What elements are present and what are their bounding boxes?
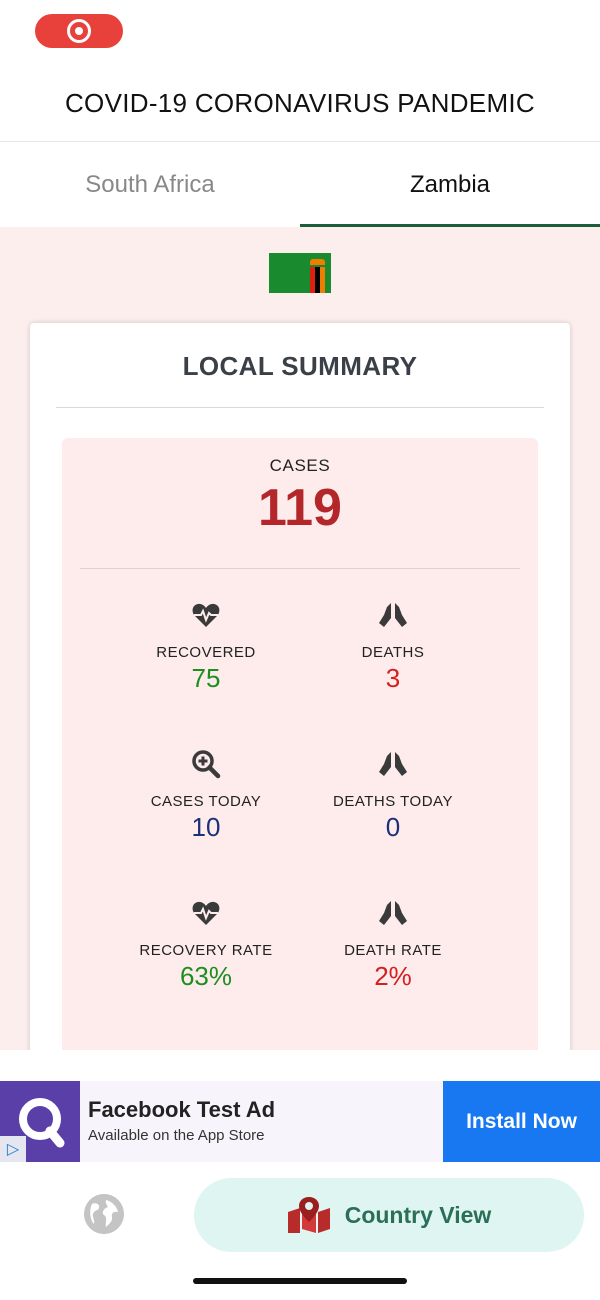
stat-label: DEATH RATE [344,942,442,959]
local-summary-card: LOCAL SUMMARY CASES 119 RECOVERED 75 DEA… [30,323,570,1050]
praying-hands-icon [379,752,407,776]
home-indicator[interactable] [193,1278,407,1284]
ad-choices-icon[interactable]: ▷ [0,1136,26,1162]
ad-subtitle: Available on the App Store [88,1127,265,1144]
tab-south-africa[interactable]: South Africa [0,142,300,227]
country-view-button[interactable]: Country View [194,1178,584,1252]
tab-zambia[interactable]: Zambia [300,142,600,227]
divider [80,568,520,569]
stat-value: 2% [374,961,412,991]
stat-cases-today: CASES TODAY 10 [106,749,306,843]
stats-panel: CASES 119 RECOVERED 75 DEATHS 3 CASES TO… [62,438,538,1050]
stat-recovery-rate: RECOVERY RATE 63% [106,898,306,992]
bottom-nav: Country View [0,1162,600,1300]
stat-value: 0 [385,812,401,842]
stat-value: 75 [191,663,221,693]
stat-deaths: DEATHS 3 [293,600,493,694]
heartbeat-icon [192,603,220,627]
globe-icon[interactable] [84,1194,124,1234]
cases-value: 119 [258,479,342,537]
search-plus-icon [192,750,221,779]
stat-label: RECOVERY RATE [139,942,273,959]
praying-hands-icon [379,901,407,925]
screen-recording-indicator[interactable] [35,14,123,48]
cases-label: CASES [269,456,331,475]
stat-label: RECOVERED [156,644,256,661]
heartbeat-icon [192,901,220,925]
stat-death-rate: DEATH RATE 2% [293,898,493,992]
ad-banner[interactable]: ▷ Facebook Test Ad Available on the App … [0,1081,600,1162]
stat-label: DEATHS [361,644,425,661]
country-view-label: Country View [344,1201,492,1228]
stat-value: 10 [191,812,221,842]
app-title: COVID-19 CORONAVIRUS PANDEMIC [64,88,536,118]
divider [56,407,544,408]
praying-hands-icon [379,603,407,627]
zambia-flag-icon [269,253,331,293]
install-now-button[interactable]: Install Now [443,1081,600,1162]
map-marker-icon [287,1197,330,1233]
flag-eagle [310,259,325,265]
record-icon [67,19,91,43]
stat-recovered: RECOVERED 75 [106,600,306,694]
stat-deaths-today: DEATHS TODAY 0 [293,749,493,843]
stat-label: CASES TODAY [150,793,262,810]
stat-label: DEATHS TODAY [333,793,453,810]
country-tabs: South Africa Zambia [0,141,600,227]
country-content: LOCAL SUMMARY CASES 119 RECOVERED 75 DEA… [0,227,600,1050]
stat-value: 63% [179,961,233,991]
flag-stripes [310,267,325,293]
card-title: LOCAL SUMMARY [182,351,418,381]
stat-value: 3 [385,663,401,693]
ad-title: Facebook Test Ad [88,1097,276,1122]
